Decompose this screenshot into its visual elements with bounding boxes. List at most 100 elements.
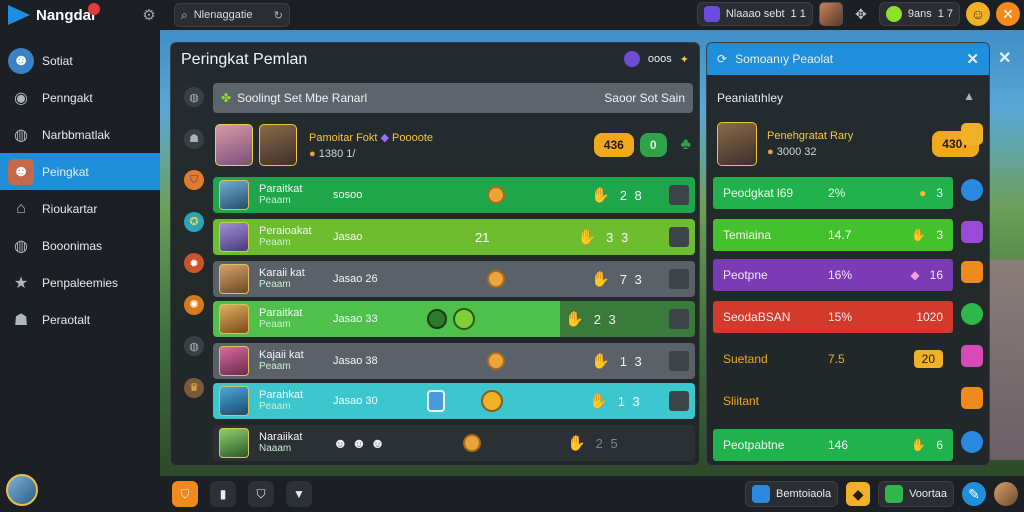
avatar-icon[interactable] bbox=[961, 431, 983, 453]
sidebar-item-label: Booonimas bbox=[42, 238, 103, 253]
gem-icon[interactable] bbox=[961, 345, 983, 367]
summary-row[interactable]: Peotpabtne 146 ✋ 6 bbox=[713, 429, 953, 461]
summary-row-label: Peotpne bbox=[723, 268, 768, 282]
gem-icon bbox=[703, 6, 720, 22]
badge-icon[interactable] bbox=[961, 179, 983, 201]
player-name: Karaii kat Peaam bbox=[259, 267, 305, 290]
hand-icon: ✋ bbox=[911, 228, 927, 242]
emblem-icon[interactable] bbox=[961, 303, 983, 325]
notification-badge bbox=[88, 3, 100, 15]
currency-pill-1[interactable]: Nlaaao sebt 1 1 bbox=[696, 2, 813, 26]
filter-icon[interactable]: ▼ bbox=[286, 481, 312, 507]
search-value: Nlenaggatie bbox=[193, 9, 253, 21]
like-icon[interactable]: ✋ bbox=[591, 352, 610, 370]
sidebar-item-0[interactable]: ☻ Sotiat bbox=[0, 42, 160, 79]
checkbox[interactable] bbox=[669, 227, 689, 247]
sidebar-item-6[interactable]: ★ Penpaleemies bbox=[0, 264, 160, 301]
checkbox[interactable] bbox=[669, 351, 689, 371]
summary-row-amt: 3 bbox=[936, 228, 943, 242]
like-icon[interactable]: ✋ bbox=[565, 310, 584, 328]
player-avatar bbox=[717, 122, 757, 166]
player-score: sosoo bbox=[333, 189, 363, 201]
sidebar-item-7[interactable]: ☗ Peraotalt bbox=[0, 301, 160, 338]
summary-row[interactable]: Temiaina 14.7 ✋ 3 bbox=[713, 219, 953, 251]
search-input[interactable]: ⌕ Nlenaggatie ↻ bbox=[174, 3, 290, 27]
profile-avatar[interactable] bbox=[6, 474, 38, 506]
summary-me-name: Penehgratat Rary bbox=[767, 130, 854, 142]
friend-avatar[interactable] bbox=[818, 2, 843, 26]
close-icon[interactable]: ✕ bbox=[998, 48, 1011, 68]
sidebar-item-4[interactable]: ⌂ Rioukartar bbox=[0, 190, 160, 227]
profile-avatar[interactable] bbox=[994, 482, 1018, 506]
checkbox[interactable] bbox=[669, 269, 689, 289]
app-logo[interactable]: Nangdar bbox=[8, 3, 130, 25]
coin-icon: ● bbox=[767, 146, 774, 158]
summary-row-amt: 3 bbox=[936, 186, 943, 200]
summary-row-label: Peodgkat l69 bbox=[723, 186, 794, 200]
table-row[interactable]: Peraioakat Peaam Jasao 21 ✋ 3 3 bbox=[213, 219, 695, 255]
summary-row[interactable]: Peodgkat l69 2% ● 3 bbox=[713, 177, 953, 209]
summary-row-pct: 14.7 bbox=[828, 228, 852, 242]
gem-icon: ◆ bbox=[910, 268, 920, 282]
checkbox[interactable] bbox=[669, 391, 689, 411]
close-icon[interactable]: ✕ bbox=[966, 50, 979, 68]
summary-row[interactable]: SeodaBSAN 15% 1020 bbox=[713, 301, 953, 333]
refresh-icon[interactable]: ↻ bbox=[274, 9, 283, 22]
player-score: Jasao 38 bbox=[333, 355, 378, 367]
controller-icon[interactable]: ⚙ bbox=[138, 4, 160, 26]
table-row[interactable]: Paraitkat Peaam sosoo ✋ 2 8 bbox=[213, 177, 695, 213]
table-row[interactable]: Karaii kat Peaam Jasao 26 ✋ 7 3 bbox=[213, 261, 695, 297]
sidebar-item-2[interactable]: ◍ Narbbmatlak bbox=[0, 116, 160, 153]
sidebar-item-3[interactable]: ☻ Peingkat bbox=[0, 153, 160, 190]
shield-icon[interactable]: ⛉ bbox=[172, 481, 198, 507]
like-icon[interactable]: ✋ bbox=[589, 392, 608, 410]
ghost-icon: ◍ bbox=[14, 126, 28, 144]
ticket-icon[interactable] bbox=[961, 221, 983, 243]
list-header: ✤ Soolingt Set Mbe Ranarl Saoor Sot Sain bbox=[213, 83, 693, 113]
gem-icon bbox=[623, 51, 640, 67]
summary-me-info: Penehgratat Rary ● 3000 32 bbox=[767, 130, 853, 158]
my-level-badge[interactable]: 0 bbox=[639, 133, 667, 157]
gift-icon[interactable]: ◆ bbox=[846, 482, 871, 506]
like-icon[interactable]: ✋ bbox=[577, 228, 596, 246]
table-row[interactable]: Paraitkat Peaam Jasao 33 ✋ 2 3 bbox=[213, 301, 695, 337]
checkbox[interactable] bbox=[669, 433, 689, 453]
my-rank-row[interactable]: Pamoitar Fokt ◆ Poooote ● 1380 1/ 436 0 … bbox=[215, 121, 691, 169]
summary-row-label: Temiaina bbox=[723, 228, 772, 242]
shield-icon[interactable]: ⛉ bbox=[248, 481, 274, 507]
checkbox[interactable] bbox=[669, 185, 689, 205]
chat-icon[interactable]: ✎ bbox=[962, 482, 986, 506]
bottom-pill-2[interactable]: Voortaa bbox=[878, 481, 954, 507]
ticket-icon[interactable] bbox=[961, 261, 983, 283]
like-icon[interactable]: ✋ bbox=[591, 186, 610, 204]
gamepad-icon[interactable]: ✥ bbox=[849, 2, 873, 26]
avatar-icon: ☻ bbox=[8, 47, 34, 74]
emoji-icon[interactable]: ☺ bbox=[966, 2, 990, 26]
table-row[interactable]: Parahkat Peaam Jasao 30 ✋ 1 3 bbox=[213, 383, 695, 419]
trophy-icon[interactable] bbox=[961, 123, 983, 145]
close-icon[interactable]: ✕ bbox=[996, 2, 1020, 26]
like-icon[interactable]: ✋ bbox=[567, 434, 586, 452]
currency-label: Nlaaao sebt bbox=[725, 8, 785, 20]
row-value: 2 8 bbox=[619, 187, 644, 203]
like-icon[interactable]: ✋ bbox=[591, 270, 610, 288]
sidebar-item-5[interactable]: ◍ Booonimas bbox=[0, 227, 160, 264]
my-points-badge[interactable]: 436 bbox=[593, 133, 634, 157]
summary-row[interactable]: Peotpne 16% ◆ 16 bbox=[713, 259, 953, 291]
chevron-up-icon[interactable]: ▲ bbox=[963, 89, 975, 103]
summary-me-row[interactable]: Penehgratat Rary ● 3000 32 4307 bbox=[717, 121, 979, 167]
table-row[interactable]: Naraiikat Naaam ☻ ☻ ☻ ✋ 2 5 bbox=[213, 425, 695, 461]
player-avatar bbox=[219, 386, 249, 416]
checkbox[interactable] bbox=[669, 309, 689, 329]
header-right-label: ooos bbox=[647, 53, 672, 65]
currency-pill-2[interactable]: 9ans 1 7 bbox=[878, 2, 960, 26]
card-icon[interactable]: ▮ bbox=[210, 481, 236, 507]
bottom-pill-1[interactable]: Bemtoiaola bbox=[745, 481, 839, 507]
badge-icon: ✪ bbox=[184, 211, 204, 232]
summary-row[interactable]: Sliitant bbox=[713, 385, 953, 417]
table-row[interactable]: Kajaii kat Peaam Jasao 38 ✋ 1 3 bbox=[213, 343, 695, 379]
summary-row[interactable]: Suetand 7.5 20 bbox=[713, 343, 953, 375]
list-header-left: Soolingt Set Mbe Ranarl bbox=[237, 91, 368, 105]
ticket-icon[interactable] bbox=[961, 387, 983, 409]
sidebar-item-1[interactable]: ◉ Penngakt bbox=[0, 79, 160, 116]
